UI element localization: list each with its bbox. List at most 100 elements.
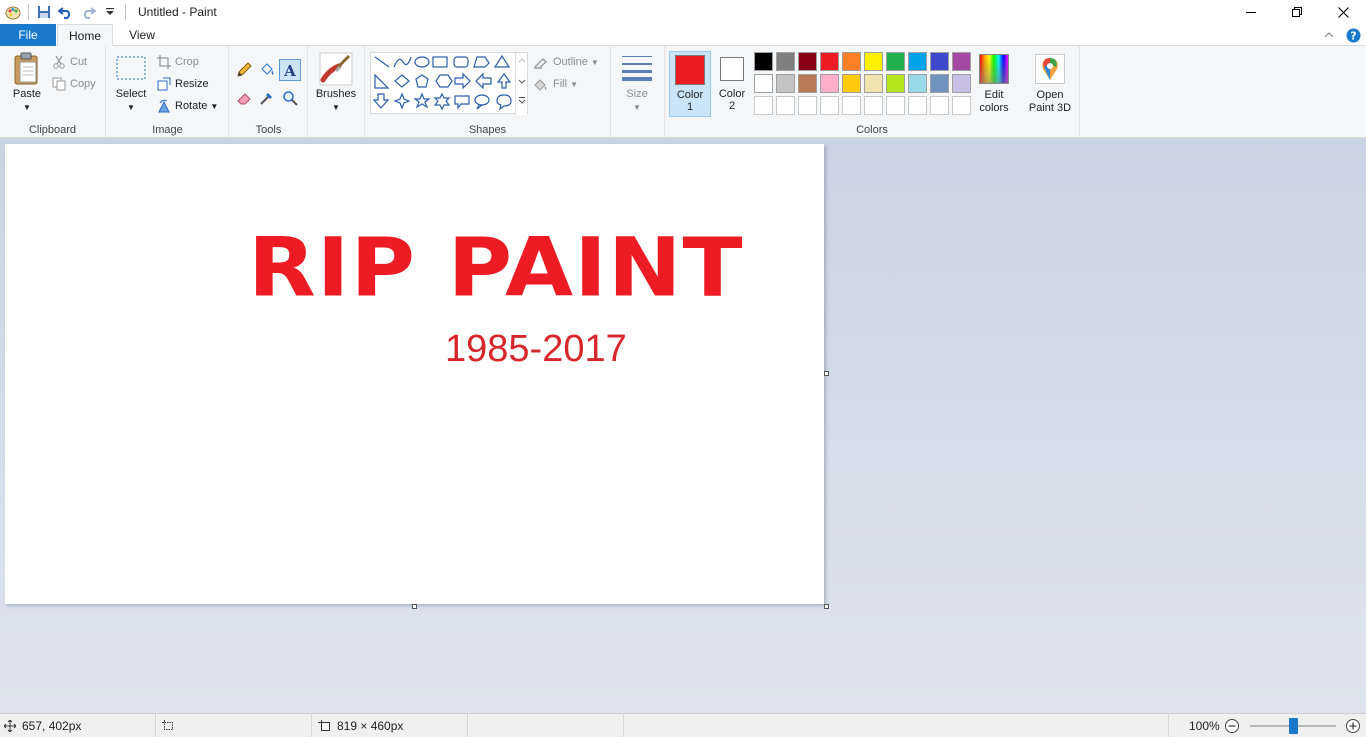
paint-app-icon[interactable] <box>2 1 24 23</box>
zoom-slider-thumb[interactable] <box>1289 718 1298 734</box>
palette-swatch[interactable] <box>754 74 773 93</box>
palette-swatch[interactable] <box>952 96 971 115</box>
palette-swatch[interactable] <box>820 52 839 71</box>
tab-file[interactable]: File <box>0 24 56 46</box>
zoom-in-button[interactable] <box>1345 718 1361 734</box>
rotate-icon <box>158 99 170 113</box>
crop-button[interactable]: Crop <box>157 52 199 72</box>
help-button[interactable]: ? <box>1340 24 1366 46</box>
palette-swatch[interactable] <box>776 96 795 115</box>
outline-button[interactable]: Outline ▼ <box>533 52 599 72</box>
resize-icon <box>157 77 171 91</box>
drawing-canvas[interactable]: RIP PAINT 1985-2017 <box>5 144 824 604</box>
cut-button[interactable]: Cut <box>52 52 87 72</box>
palette-swatch[interactable] <box>776 52 795 71</box>
palette-swatch[interactable] <box>908 96 927 115</box>
edit-colors-button[interactable]: Edit colors <box>975 54 1013 115</box>
restore-icon <box>1292 7 1302 17</box>
outline-label: Outline <box>553 56 588 68</box>
zoom-out-button[interactable] <box>1224 718 1240 734</box>
clipboard-group-label: Clipboard <box>28 124 77 136</box>
palette-swatch[interactable] <box>864 52 883 71</box>
color2-label-line2: 2 <box>728 100 736 112</box>
select-label: Select <box>115 88 147 100</box>
palette-swatch[interactable] <box>930 52 949 71</box>
image-size-text: 819 × 460px <box>337 719 404 733</box>
palette-swatch[interactable] <box>886 52 905 71</box>
minimize-icon <box>1246 12 1256 13</box>
palette-swatch[interactable] <box>864 96 883 115</box>
color1-button[interactable]: Color 1 <box>669 51 711 117</box>
paste-label: Paste <box>12 88 42 100</box>
palette-swatch[interactable] <box>952 74 971 93</box>
select-button[interactable]: Select ▼ <box>113 54 149 114</box>
palette-swatch[interactable] <box>754 52 773 71</box>
resize-handle-right[interactable] <box>824 371 829 376</box>
pencil-icon <box>237 62 252 77</box>
fill-icon <box>534 79 547 91</box>
outline-icon <box>534 58 548 69</box>
color-spectrum-icon <box>979 54 1009 84</box>
magnifier-tool[interactable] <box>280 88 300 108</box>
rotate-button[interactable]: Rotate ▼ <box>157 96 218 116</box>
palette-swatch[interactable] <box>798 96 817 115</box>
text-tool[interactable]: A <box>279 59 301 81</box>
selection-size-panel <box>156 714 312 737</box>
chevron-down-icon: ▼ <box>633 103 641 112</box>
size-button[interactable]: Size ▼ <box>616 52 658 114</box>
paint3d-icon <box>1035 54 1065 84</box>
resize-button[interactable]: Resize <box>157 74 209 94</box>
brush-icon <box>319 52 353 86</box>
paste-button[interactable]: Paste ▼ <box>6 52 48 114</box>
tab-view[interactable]: View <box>114 24 170 46</box>
palette-swatch[interactable] <box>930 74 949 93</box>
color-picker-tool[interactable] <box>257 88 277 108</box>
clipboard-group: Paste ▼ Cut Copy Clipboard <box>0 46 106 138</box>
zoom-slider[interactable] <box>1250 718 1336 734</box>
fill-tool[interactable] <box>257 60 277 80</box>
palette-swatch[interactable] <box>886 96 905 115</box>
palette-swatch[interactable] <box>798 74 817 93</box>
tab-home[interactable]: Home <box>57 24 113 47</box>
palette-swatch[interactable] <box>820 96 839 115</box>
undo-icon[interactable] <box>55 1 77 23</box>
customize-qat-icon[interactable] <box>99 1 121 23</box>
palette-swatch[interactable] <box>820 74 839 93</box>
eyedropper-icon <box>260 93 272 105</box>
minimize-button[interactable] <box>1228 0 1274 24</box>
save-icon[interactable] <box>33 1 55 23</box>
palette-swatch[interactable] <box>842 52 861 71</box>
close-button[interactable] <box>1320 0 1366 24</box>
color1-label-line2: 1 <box>686 101 694 113</box>
palette-swatch[interactable] <box>842 96 861 115</box>
palette-swatch[interactable] <box>908 52 927 71</box>
minimize-ribbon-button[interactable] <box>1318 24 1340 46</box>
fill-label: Fill <box>553 78 568 90</box>
brushes-button[interactable]: Brushes ▼ <box>313 52 359 114</box>
palette-swatch[interactable] <box>842 74 861 93</box>
resize-handle-corner[interactable] <box>824 604 829 609</box>
shapes-scrollbar[interactable] <box>515 53 527 115</box>
palette-swatch[interactable] <box>930 96 949 115</box>
copy-icon <box>52 77 66 91</box>
zoom-out-icon <box>1225 719 1239 733</box>
palette-swatch[interactable] <box>908 74 927 93</box>
fill-button[interactable]: Fill ▼ <box>533 74 578 94</box>
palette-swatch[interactable] <box>864 74 883 93</box>
copy-button[interactable]: Copy <box>52 74 96 94</box>
cursor-position-panel: 657, 402px <box>0 714 156 737</box>
pencil-tool[interactable] <box>234 60 254 80</box>
palette-swatch[interactable] <box>886 74 905 93</box>
color2-button[interactable]: Color 2 <box>711 51 753 117</box>
palette-swatch[interactable] <box>798 52 817 71</box>
open-paint3d-button[interactable]: Open Paint 3D <box>1024 54 1076 115</box>
scroll-arrows-icon <box>518 58 526 104</box>
canvas-workspace[interactable]: RIP PAINT 1985-2017 <box>0 138 1366 713</box>
resize-handle-bottom[interactable] <box>412 604 417 609</box>
palette-swatch[interactable] <box>952 52 971 71</box>
redo-icon[interactable] <box>77 1 99 23</box>
eraser-tool[interactable] <box>234 88 254 108</box>
palette-swatch[interactable] <box>754 96 773 115</box>
restore-button[interactable] <box>1274 0 1320 24</box>
palette-swatch[interactable] <box>776 74 795 93</box>
